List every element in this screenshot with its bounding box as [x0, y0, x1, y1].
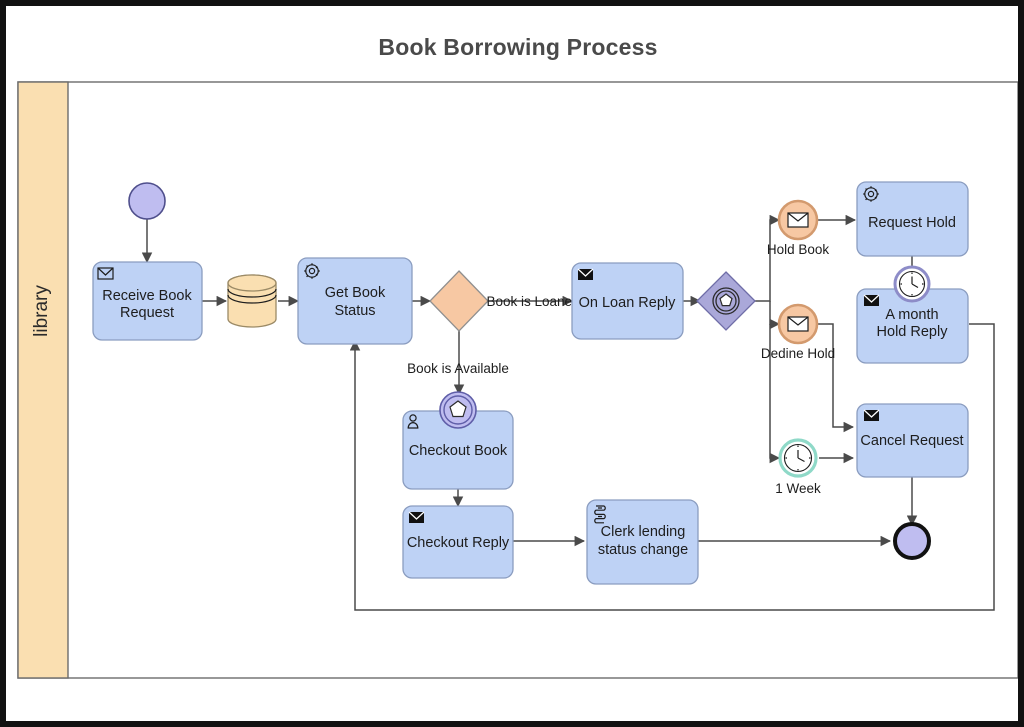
timer-event-one-week[interactable]: 1 Week [775, 438, 821, 496]
bpmn-diagram-page: Book Borrowing Process library Receive B… [0, 0, 1024, 727]
start-event[interactable] [128, 182, 166, 220]
envelope-filled-icon [863, 294, 880, 306]
envelope-filled-icon [863, 409, 880, 421]
task-on-loan-reply[interactable]: On Loan Reply [571, 262, 684, 340]
task-checkout-reply[interactable]: Checkout Reply [402, 505, 514, 579]
task-label-line1: A month [885, 307, 938, 323]
event-label-decline-hold: Dedine Hold [761, 346, 835, 361]
task-label-line2: Status [334, 303, 375, 319]
task-label-line2: Request [120, 305, 174, 321]
bpmn-canvas: library Receive Book Request Get Book St… [17, 81, 1018, 679]
boundary-multiple-event-checkout[interactable] [439, 391, 477, 429]
pool-container [17, 81, 1018, 679]
event-label-one-week: 1 Week [775, 481, 821, 496]
flow-label-book-is-loaned: Book is Loaned [486, 294, 579, 309]
envelope-filled-icon [577, 268, 594, 280]
boundary-timer-event-a-month[interactable] [893, 265, 931, 303]
flow-label-book-is-available: Book is Available [407, 361, 509, 376]
lane-header-library [17, 81, 69, 679]
end-event[interactable] [893, 522, 931, 560]
task-label-line2: Hold Reply [877, 324, 949, 340]
task-cancel-request[interactable]: Cancel Request [856, 403, 969, 478]
task-clerk-lending-status-change[interactable]: Clerk lending status change [586, 499, 699, 585]
task-label: Checkout Reply [407, 535, 510, 551]
task-get-book-status[interactable]: Get Book Status [297, 257, 413, 345]
event-label-hold-book: Hold Book [767, 242, 830, 257]
envelope-filled-icon [408, 511, 425, 523]
task-label: On Loan Reply [579, 295, 676, 311]
task-label-line1: Get Book [325, 285, 386, 301]
datastore-cylinder-icon[interactable] [227, 274, 277, 328]
task-request-hold[interactable]: Request Hold [856, 181, 969, 257]
task-label: Request Hold [868, 215, 956, 231]
task-label: Cancel Request [860, 433, 963, 449]
task-receive-book-request[interactable]: Receive Book Request [92, 261, 203, 341]
lane-label: library [31, 285, 52, 337]
task-label-line2: status change [598, 542, 688, 558]
task-label-line1: Clerk lending [601, 524, 686, 540]
task-label-line1: Receive Book [102, 288, 192, 304]
task-label: Checkout Book [409, 443, 508, 459]
